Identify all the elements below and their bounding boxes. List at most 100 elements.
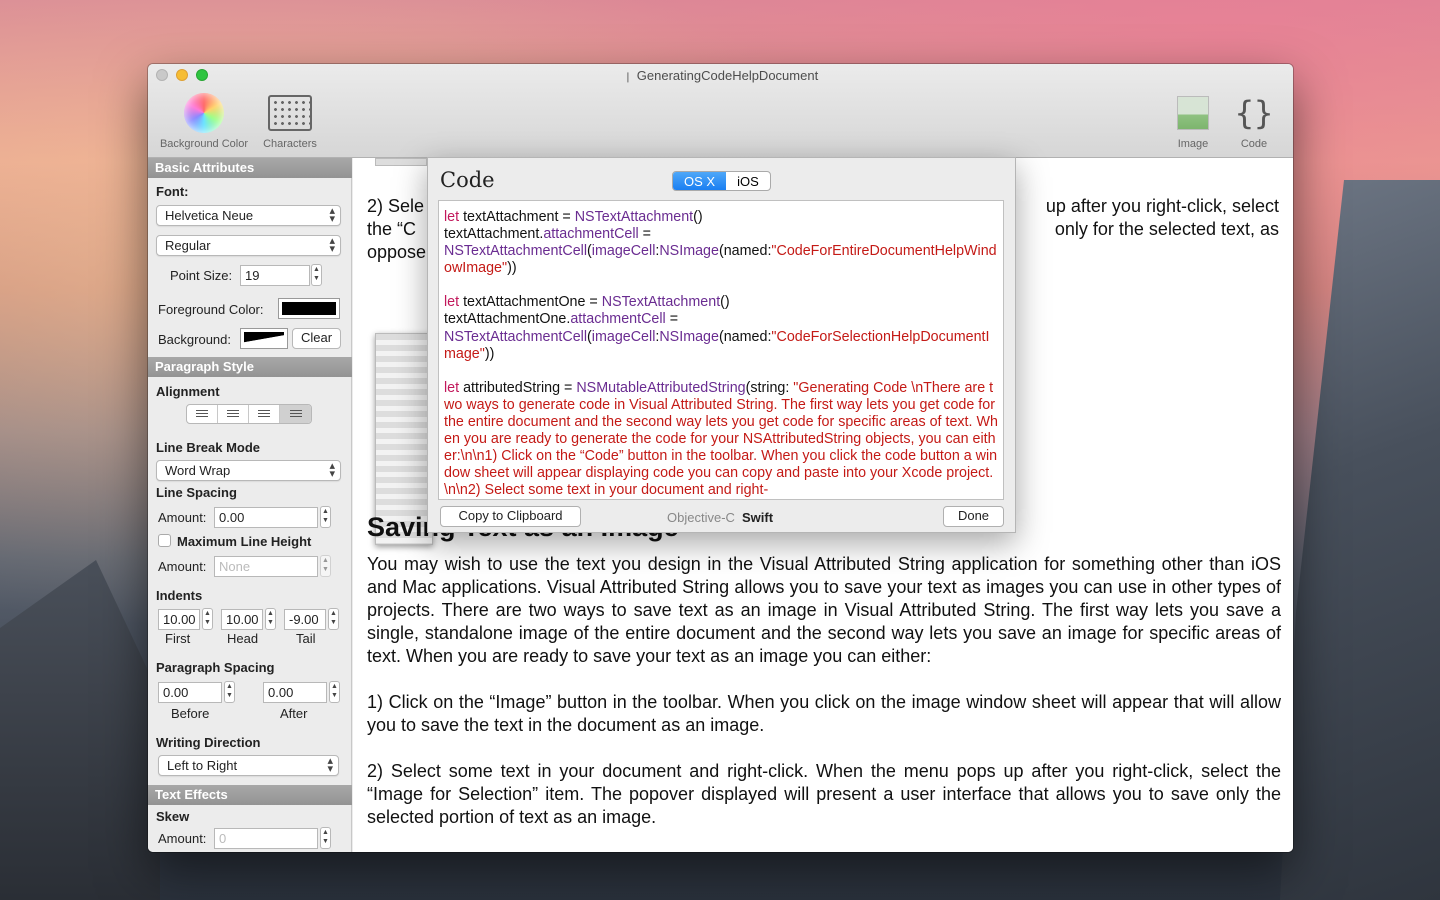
- window-title-text: GeneratingCodeHelpDocument: [636, 68, 819, 83]
- code-text: (string:: [745, 379, 794, 396]
- code-string: "Generating Code \nThere are two ways to…: [444, 379, 998, 499]
- code-text: (): [693, 209, 703, 225]
- tail-label: Tail: [296, 631, 316, 646]
- code-line-2: textAttachment.attachmentCell =: [444, 226, 998, 243]
- align-center-icon: [227, 409, 239, 419]
- code-type: NSTextAttachment: [601, 294, 721, 311]
- max-line-height-checkbox[interactable]: [158, 534, 171, 547]
- line-break-mode-label: Line Break Mode: [156, 440, 261, 455]
- line-spacing-stepper[interactable]: ▲ ▼: [320, 506, 331, 528]
- copy-to-clipboard-button[interactable]: Copy to Clipboard: [440, 506, 581, 527]
- font-style-popup[interactable]: Regular ▴ ▾: [156, 235, 341, 256]
- code-type: NSTextAttachment: [574, 209, 694, 225]
- head-label: Head: [227, 631, 259, 646]
- line-break-popup[interactable]: Word Wrap ▴ ▾: [156, 460, 341, 481]
- indent-tail-stepper[interactable]: ▲ ▼: [328, 608, 339, 630]
- paragraph-2: 1) Click on the “Image” button in the to…: [367, 692, 1281, 735]
- braces-icon: {}: [1234, 94, 1274, 132]
- line-spacing-amount-field[interactable]: 0.00: [214, 507, 318, 528]
- characters-tool[interactable]: Characters: [258, 92, 322, 150]
- spacing-before-field[interactable]: 0.00: [158, 682, 222, 703]
- indent-first-stepper[interactable]: ▲ ▼: [202, 608, 213, 630]
- code-line-7: let attributedString = NSMutableAttribut…: [444, 379, 998, 499]
- after-label: After: [280, 706, 308, 721]
- code-text: )): [507, 260, 517, 277]
- code-keyword: let: [444, 209, 460, 225]
- code-text: (): [720, 294, 730, 311]
- skew-stepper[interactable]: ▲ ▼: [320, 827, 331, 849]
- basic-attributes-header: Basic Attributes: [148, 158, 352, 178]
- code-sheet-title: Code: [440, 168, 495, 192]
- paragraph-style-header: Paragraph Style: [148, 357, 352, 377]
- foreground-color-well[interactable]: [278, 298, 340, 319]
- line-break-value: Word Wrap: [165, 463, 231, 478]
- background-color-label: Background Color: [159, 138, 249, 150]
- background-color-tool[interactable]: Background Color: [154, 92, 254, 150]
- max-line-height-amount-label: Amount:: [158, 559, 207, 574]
- image-tool[interactable]: Image: [1170, 92, 1216, 150]
- code-type: imageCell: [591, 243, 656, 260]
- osx-segment[interactable]: OS X: [673, 172, 727, 190]
- code-tool[interactable]: {} Code: [1232, 92, 1276, 150]
- max-line-height-label: Maximum Line Height: [177, 534, 312, 549]
- align-center-button[interactable]: [218, 405, 249, 423]
- spacing-after-stepper[interactable]: ▲ ▼: [329, 681, 340, 703]
- code-label: Code: [1240, 138, 1268, 150]
- ios-segment[interactable]: iOS: [726, 172, 770, 190]
- code-text: )): [484, 345, 495, 362]
- writing-direction-value: Left to Right: [167, 758, 238, 773]
- code-type: NSTextAttachmentCell: [444, 243, 588, 260]
- point-size-stepper[interactable]: ▲ ▼: [311, 264, 322, 286]
- code-type: NSImage: [659, 243, 719, 260]
- attributes-sidebar: Basic Attributes Font: Helvetica Neue ▴ ▾…: [148, 158, 352, 852]
- align-right-button[interactable]: [249, 405, 280, 423]
- code-line-4: let textAttachmentOne = NSTextAttachment…: [444, 294, 998, 311]
- platform-segmented-control: OS X iOS: [672, 171, 771, 191]
- popup-arrows-icon: ▴ ▾: [329, 205, 335, 225]
- code-text: textAttachment.: [444, 226, 544, 243]
- align-justify-button[interactable]: [280, 405, 311, 423]
- popup-arrows-icon: ▴ ▾: [329, 460, 335, 480]
- align-left-button[interactable]: [187, 405, 218, 423]
- max-line-height-stepper[interactable]: ▲ ▼: [320, 555, 331, 577]
- align-justify-icon: [289, 409, 302, 419]
- code-type: imageCell: [591, 328, 656, 345]
- code-type: attachmentCell: [543, 226, 639, 243]
- code-line-1: let textAttachment = NSTextAttachment(): [444, 209, 998, 226]
- code-keyword: let: [444, 294, 460, 311]
- keyboard-icon: [268, 95, 312, 131]
- skew-amount-label: Amount:: [158, 831, 207, 846]
- indent-head-field[interactable]: 10.00: [221, 609, 263, 630]
- spacing-before-stepper[interactable]: ▲ ▼: [224, 681, 235, 703]
- code-text: =: [638, 226, 652, 243]
- paragraph-3: 2) Select some text in your document and…: [367, 761, 1281, 827]
- code-text: textAttachment =: [459, 209, 575, 225]
- alignment-label: Alignment: [156, 384, 220, 399]
- max-line-height-field[interactable]: None: [214, 556, 318, 577]
- alignment-control: [186, 404, 312, 424]
- indent-head-stepper[interactable]: ▲ ▼: [265, 608, 276, 630]
- image-label: Image: [1177, 138, 1209, 150]
- code-type: attachmentCell: [570, 311, 666, 328]
- generated-code-view[interactable]: let textAttachment = NSTextAttachment() …: [438, 200, 1004, 500]
- writing-direction-popup[interactable]: Left to Right ▴ ▾: [158, 755, 339, 776]
- spacing-after-field[interactable]: 0.00: [263, 682, 327, 703]
- indents-label: Indents: [156, 588, 203, 603]
- code-type: NSMutableAttributedString: [576, 379, 746, 396]
- code-type: NSTextAttachmentCell: [444, 328, 588, 345]
- font-family-value: Helvetica Neue: [165, 208, 254, 223]
- embedded-screenshot-top: [375, 158, 427, 166]
- background-color-well[interactable]: [240, 328, 288, 349]
- clear-button[interactable]: Clear: [292, 328, 341, 349]
- partial-line-right-1: up after you right-click, select: [1045, 196, 1279, 216]
- skew-field[interactable]: 0: [214, 828, 318, 849]
- paragraph-spacing-label: Paragraph Spacing: [156, 660, 275, 675]
- font-family-popup[interactable]: Helvetica Neue ▴ ▾: [156, 205, 341, 226]
- done-button[interactable]: Done: [943, 506, 1004, 527]
- swift-option[interactable]: Swift: [742, 510, 773, 525]
- objective-c-option[interactable]: Objective-C: [667, 510, 735, 525]
- indent-first-field[interactable]: 10.00: [158, 609, 200, 630]
- indent-tail-field[interactable]: -9.00: [284, 609, 326, 630]
- point-size-field[interactable]: 19: [240, 265, 310, 286]
- line-spacing-amount-label: Amount:: [158, 510, 207, 525]
